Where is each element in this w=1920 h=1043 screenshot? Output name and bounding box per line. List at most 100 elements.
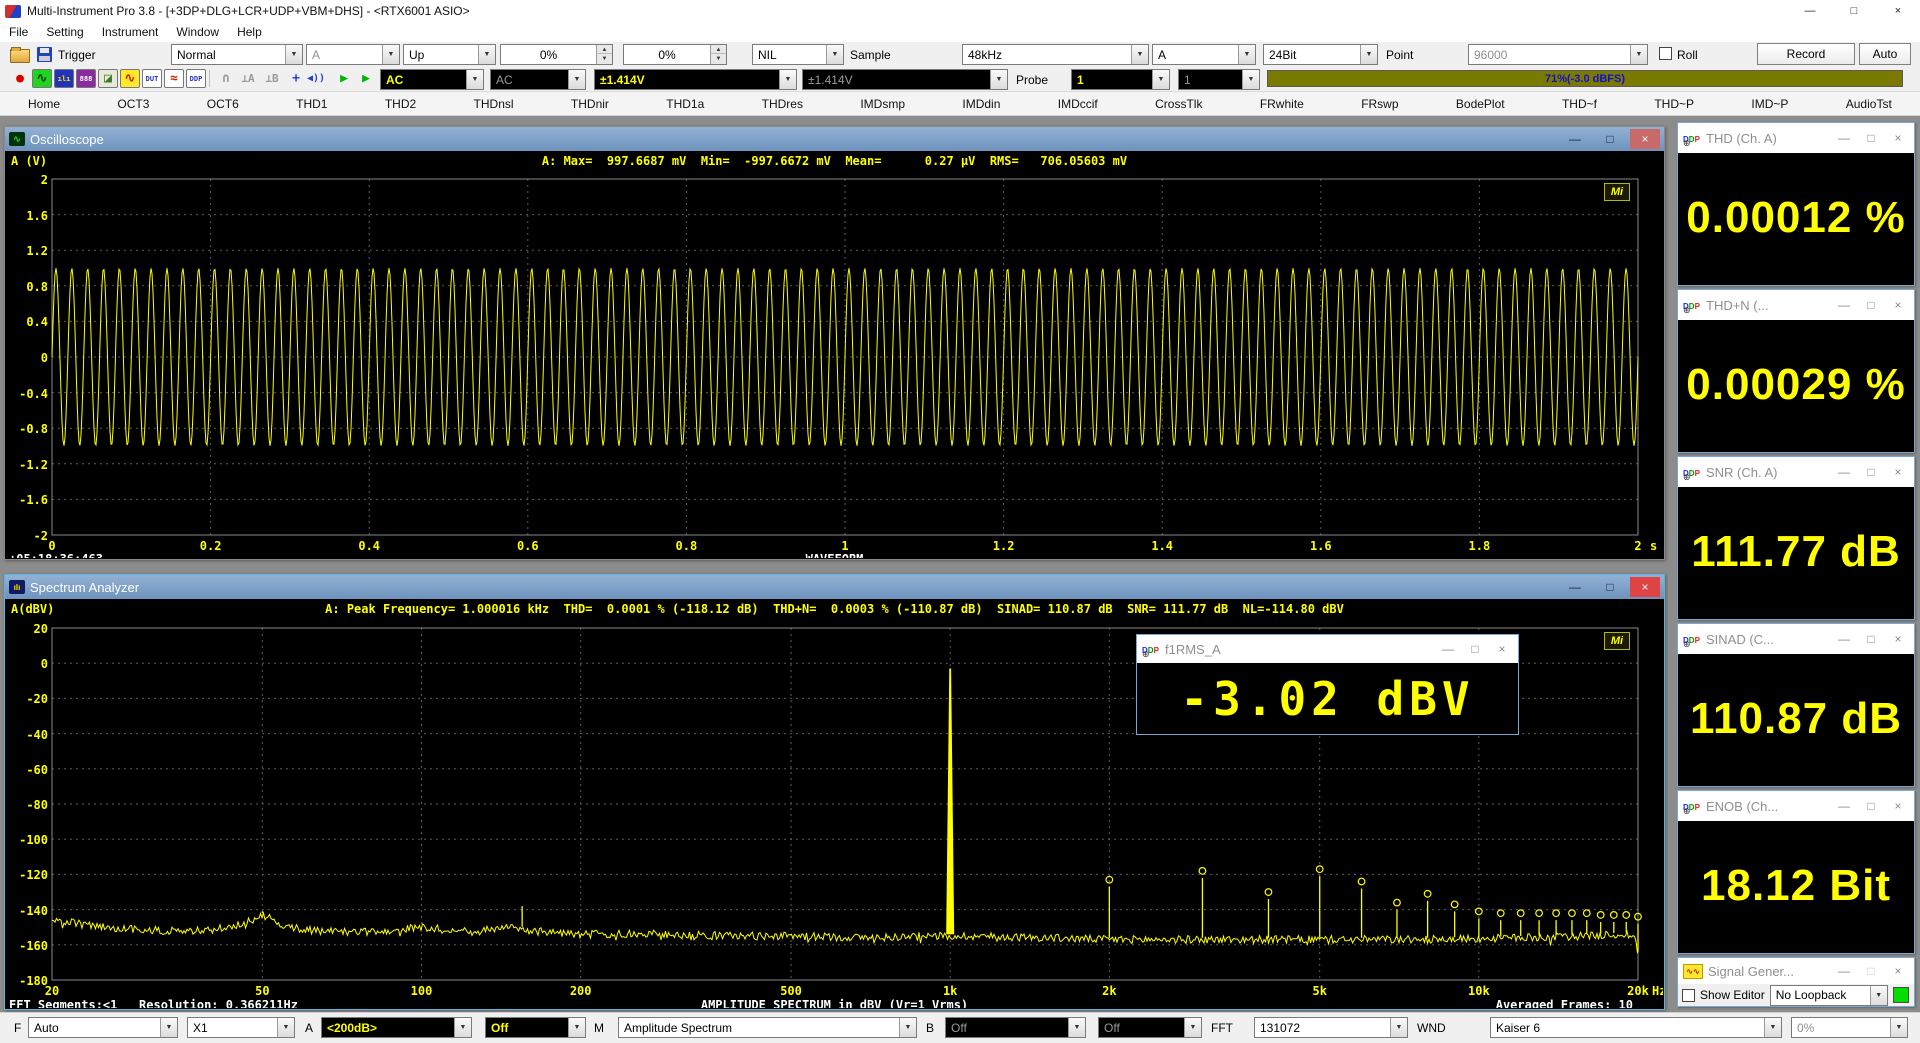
tab-thd1[interactable]: THD1 [296, 97, 327, 111]
tab-imddin[interactable]: IMDdin [962, 97, 1000, 111]
multimeter-icon[interactable]: 888 [76, 69, 96, 88]
save-panel-icon[interactable] [37, 47, 52, 62]
smooth-b-select[interactable]: Off [1098, 1017, 1202, 1038]
tab-crosstlk[interactable]: CrossTlk [1155, 97, 1202, 111]
trigger-delay-spinner[interactable]: 0% [623, 44, 727, 65]
probe-a-select[interactable]: 1 [1071, 69, 1170, 90]
tab-frswp[interactable]: FRswp [1361, 97, 1398, 111]
ddp-close-button[interactable]: × [1887, 131, 1909, 145]
coupling-b-select[interactable]: AC [490, 69, 586, 90]
ddp-minimize-button[interactable]: — [1833, 632, 1855, 646]
signal-generator-minimize-button[interactable]: — [1833, 964, 1855, 978]
f1rms-minimize-button[interactable]: — [1437, 642, 1459, 656]
f1rms-titlebar[interactable]: DDP⊕ f1RMS_A — □ × [1137, 635, 1518, 663]
ddp-close-button[interactable]: × [1887, 799, 1909, 813]
app-minimize-button[interactable]: — [1788, 0, 1832, 22]
smooth-a-select[interactable]: Off [485, 1017, 586, 1038]
range-b-display-select[interactable]: Off [945, 1017, 1086, 1038]
tab-thd~p[interactable]: THD~P [1654, 97, 1694, 111]
tab-thd2[interactable]: THD2 [385, 97, 416, 111]
signal-generator-run-button[interactable] [1893, 987, 1909, 1003]
tab-thdres[interactable]: THDres [762, 97, 803, 111]
derived-data-curve-icon[interactable]: ≈ [164, 69, 184, 88]
loopback-select[interactable]: No Loopback [1770, 985, 1888, 1006]
calibration-icon[interactable]: + [286, 69, 306, 88]
ddp-viewer-icon[interactable]: DDP [186, 69, 206, 88]
trigger-level-spinner[interactable]: 0% [500, 44, 613, 65]
ddp-close-button[interactable]: × [1887, 298, 1909, 312]
signal-generator-close-button[interactable]: × [1887, 964, 1909, 978]
roll-checkbox[interactable] [1659, 47, 1672, 60]
marker-a-icon[interactable]: ⊥A [238, 69, 258, 88]
record-button[interactable]: Record [1757, 43, 1855, 65]
sound-device-icon[interactable]: ◀)) [306, 69, 326, 88]
menu-window[interactable]: Window [167, 25, 228, 39]
ddp-titlebar[interactable]: DDP⊕SINAD (C...—□× [1678, 624, 1914, 654]
progress-select[interactable]: 0% [1791, 1017, 1908, 1038]
tab-imd~p[interactable]: IMD~P [1751, 97, 1788, 111]
spectrum-maximize-button[interactable]: □ [1595, 577, 1625, 597]
ddp-maximize-button[interactable]: □ [1860, 632, 1882, 646]
hpf-select[interactable]: NIL [752, 44, 844, 65]
bit-depth-select[interactable]: 24Bit [1263, 44, 1378, 65]
spectrum-titlebar[interactable]: ılı Spectrum Analyzer — □ × [5, 575, 1664, 599]
oscilloscope-titlebar[interactable]: ∿ Oscilloscope — □ × [5, 127, 1664, 151]
ddp-titlebar[interactable]: DDP⊕THD (Ch. A)—□× [1678, 123, 1914, 153]
ddp-close-button[interactable]: × [1887, 465, 1909, 479]
zoom-select[interactable]: X1 [187, 1017, 295, 1038]
spectrum-minimize-button[interactable]: — [1560, 577, 1590, 597]
ddp-titlebar[interactable]: DDP⊕SNR (Ch. A)—□× [1678, 457, 1914, 487]
app-close-button[interactable]: × [1876, 0, 1920, 22]
oscilloscope-icon[interactable]: ∿ [32, 69, 52, 88]
range-a-select[interactable]: ±1.414V [594, 69, 797, 90]
run-indicator-icon[interactable]: ● [10, 69, 30, 88]
tab-imdccif[interactable]: IMDccif [1058, 97, 1098, 111]
ddp-minimize-button[interactable]: — [1833, 131, 1855, 145]
ddp-maximize-button[interactable]: □ [1860, 298, 1882, 312]
ddp-maximize-button[interactable]: □ [1860, 131, 1882, 145]
fft-points-select[interactable]: 131072 [1254, 1017, 1408, 1038]
trigger-source-select[interactable]: A [306, 44, 400, 65]
ddp-titlebar[interactable]: DDP⊕ENOB (Ch...—□× [1678, 791, 1914, 821]
sample-channel-select[interactable]: A [1152, 44, 1256, 65]
menu-setting[interactable]: Setting [37, 25, 92, 39]
probe-b-select[interactable]: 1 [1178, 69, 1260, 90]
tab-thdnir[interactable]: THDnir [571, 97, 609, 111]
signal-generator-titlebar[interactable]: ∿∿ Signal Gener... — □ × [1678, 958, 1914, 984]
spectrum-analyzer-icon[interactable]: ılı [54, 69, 74, 88]
marker-b-icon[interactable]: ⊥B [262, 69, 282, 88]
menu-instrument[interactable]: Instrument [93, 25, 168, 39]
sample-rate-select[interactable]: 48kHz [962, 44, 1149, 65]
ddp-maximize-button[interactable]: □ [1860, 465, 1882, 479]
tab-thd~f[interactable]: THD~f [1562, 97, 1597, 111]
freq-axis-select[interactable]: Auto [28, 1017, 178, 1038]
auto-button[interactable]: Auto [1859, 43, 1911, 65]
range-a-display-select[interactable]: <200dB> [321, 1017, 472, 1038]
tab-oct6[interactable]: OCT6 [207, 97, 239, 111]
f1rms-maximize-button[interactable]: □ [1464, 642, 1486, 656]
menu-help[interactable]: Help [228, 25, 271, 39]
f1rms-close-button[interactable]: × [1491, 642, 1513, 656]
tab-bodeplot[interactable]: BodePlot [1456, 97, 1505, 111]
tab-thd1a[interactable]: THD1a [666, 97, 704, 111]
spectrum-3d-plot-icon[interactable]: ◪ [98, 69, 118, 88]
ddp-minimize-button[interactable]: — [1833, 298, 1855, 312]
tab-audiotst[interactable]: AudioTst [1846, 97, 1892, 111]
ddp-maximize-button[interactable]: □ [1860, 799, 1882, 813]
record-points-select[interactable]: 96000 [1468, 44, 1648, 65]
signal-generator-icon[interactable]: ∿ [120, 69, 140, 88]
tab-thdnsl[interactable]: THDnsl [474, 97, 514, 111]
tab-frwhite[interactable]: FRwhite [1260, 97, 1304, 111]
start-icon[interactable]: ▶ [334, 69, 354, 88]
coupling-a-select[interactable]: AC [380, 69, 484, 90]
ddp-minimize-button[interactable]: — [1833, 465, 1855, 479]
tab-imdsmp[interactable]: IMDsmp [860, 97, 905, 111]
menu-file[interactable]: File [0, 25, 37, 39]
range-b-select[interactable]: ±1.414V [802, 69, 1008, 90]
spectrum-close-button[interactable]: × [1630, 577, 1660, 597]
oscilloscope-minimize-button[interactable]: — [1560, 129, 1590, 149]
view-mode-select[interactable]: Amplitude Spectrum [618, 1017, 917, 1038]
tab-oct3[interactable]: OCT3 [117, 97, 149, 111]
open-panel-icon[interactable] [10, 49, 30, 63]
tab-home[interactable]: Home [28, 97, 60, 111]
